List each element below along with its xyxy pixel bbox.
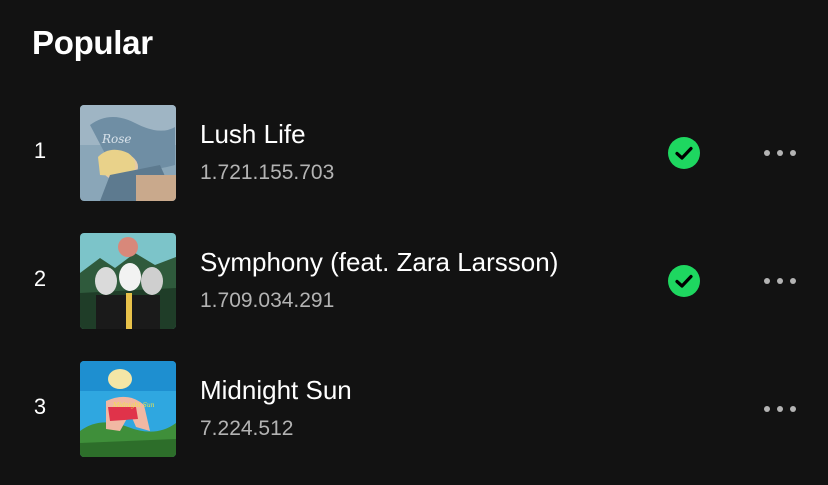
track-play-count: 1.721.155.703 bbox=[200, 161, 335, 184]
track-number: 3 bbox=[33, 394, 47, 419]
cover-text: Midnight Sun bbox=[112, 402, 155, 409]
track-row[interactable]: 1 Rose Lush Life 1.721.155.703 bbox=[0, 105, 828, 202]
track-title[interactable]: Lush Life bbox=[200, 119, 306, 150]
album-cover-lush-life: Rose bbox=[80, 105, 176, 201]
more-dots-icon[interactable] bbox=[760, 269, 800, 293]
track-title[interactable]: Symphony (feat. Zara Larsson) bbox=[200, 247, 558, 278]
track-row[interactable]: 3 Midnight Sun Midnight Sun 7.224.512 bbox=[0, 361, 828, 458]
track-title[interactable]: Midnight Sun bbox=[200, 375, 352, 406]
track-play-count: 1.709.034.291 bbox=[200, 289, 335, 312]
track-number: 2 bbox=[33, 266, 47, 291]
section-title: Popular bbox=[32, 24, 153, 61]
track-number: 1 bbox=[33, 138, 47, 163]
album-cover-symphony bbox=[80, 233, 176, 329]
track-row[interactable]: 2 Symphony (feat. Zara Larsson) 1.709.03… bbox=[0, 233, 828, 330]
album-cover-midnight-sun: Midnight Sun bbox=[80, 361, 176, 457]
track-play-count: 7.224.512 bbox=[200, 417, 294, 440]
more-dots-icon[interactable] bbox=[760, 397, 800, 421]
more-dots-icon[interactable] bbox=[760, 141, 800, 165]
check-circle-icon[interactable] bbox=[668, 265, 700, 297]
check-circle-icon[interactable] bbox=[668, 137, 700, 169]
svg-text:Rose: Rose bbox=[101, 132, 132, 146]
